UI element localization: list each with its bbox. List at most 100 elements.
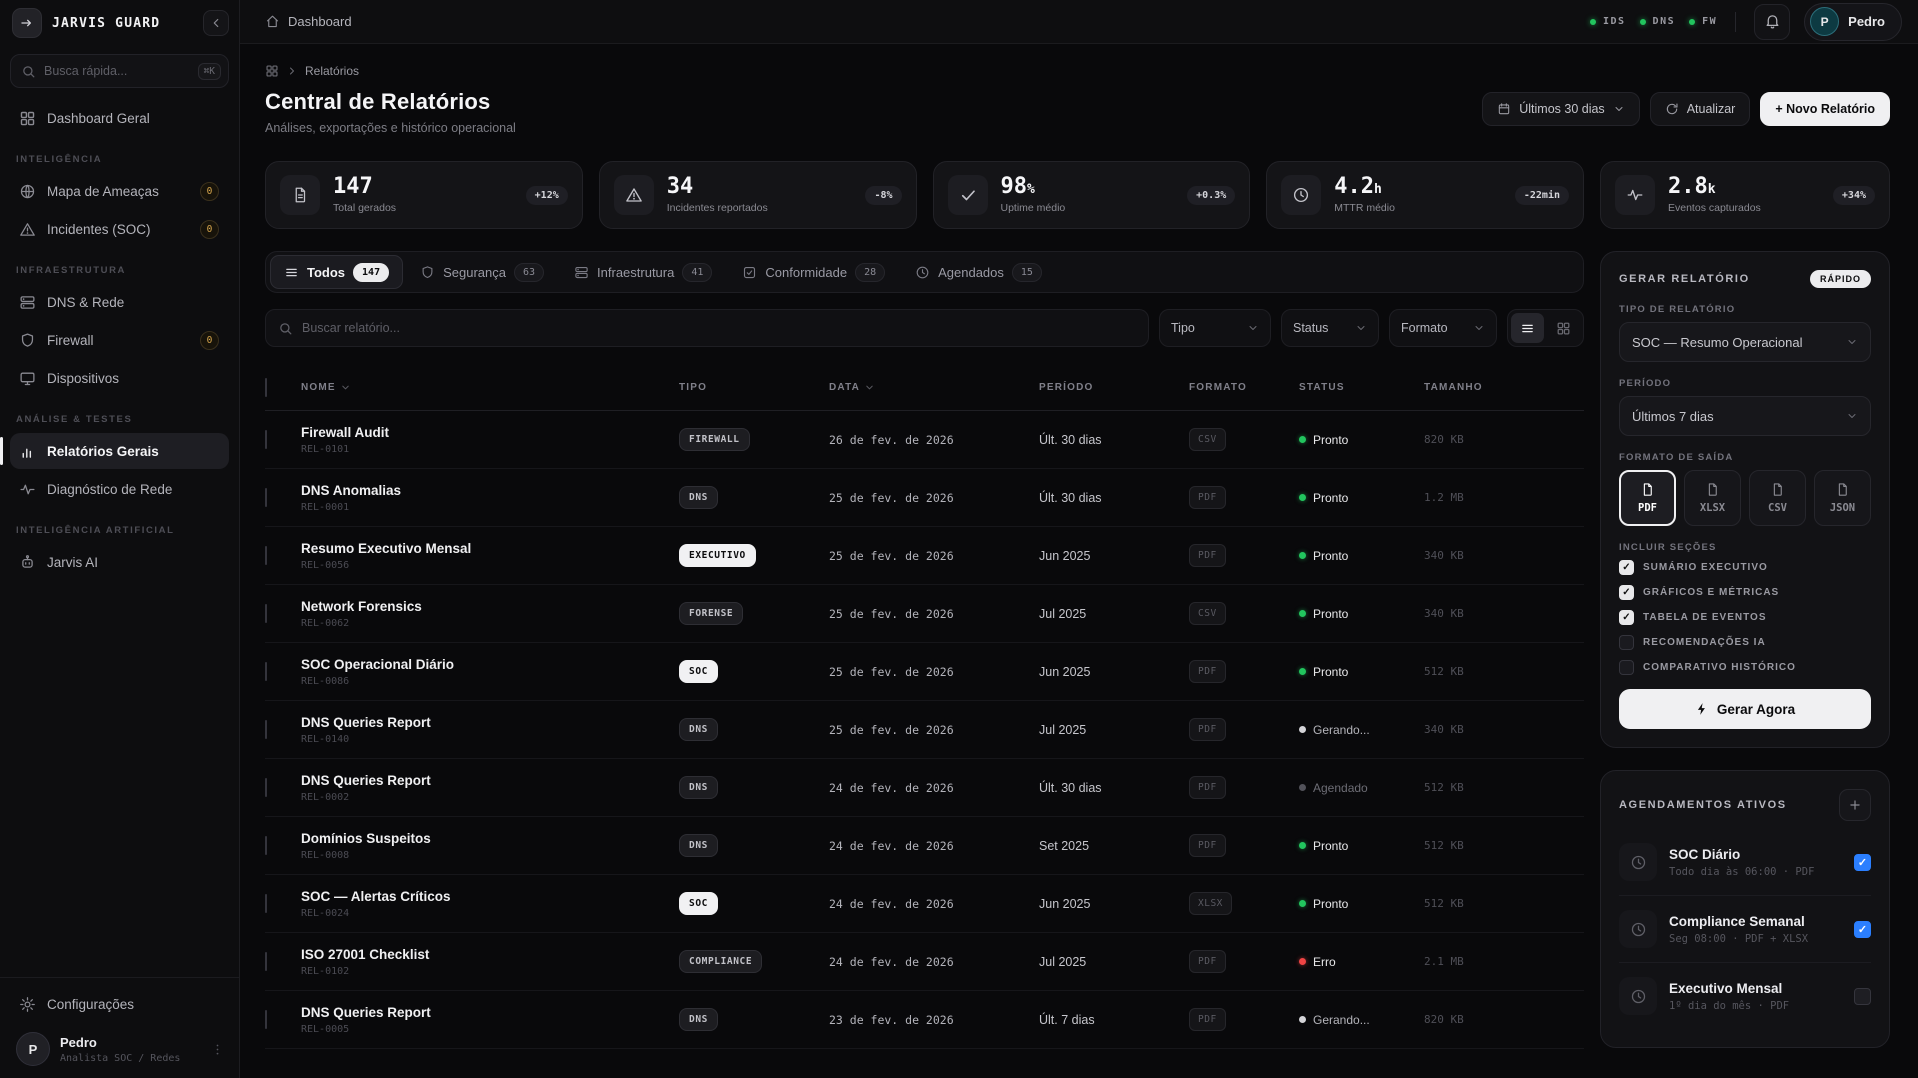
column-header-nome[interactable]: NOME <box>301 382 679 393</box>
sidebar-item-relatorios-gerais[interactable]: Relatórios Gerais <box>10 433 229 469</box>
column-header-formato[interactable]: FORMATO <box>1189 382 1299 393</box>
section-option[interactable]: COMPARATIVO HISTÓRICO <box>1619 660 1871 675</box>
schedule-toggle-checkbox[interactable] <box>1854 988 1871 1005</box>
grid-view-button[interactable] <box>1547 313 1580 343</box>
schedule-toggle-checkbox[interactable] <box>1854 854 1871 871</box>
generate-now-button[interactable]: Gerar Agora <box>1619 689 1871 729</box>
row-checkbox[interactable] <box>265 488 267 507</box>
table-row[interactable]: DNS Queries Report REL-0002 DNS 24 de fe… <box>265 759 1584 817</box>
table-row[interactable]: ISO 27001 Checklist REL-0102 COMPLIANCE … <box>265 933 1584 991</box>
sidebar-item-dns-rede[interactable]: DNS & Rede <box>10 284 229 320</box>
table-row[interactable]: DNS Queries Report REL-0005 DNS 23 de fe… <box>265 991 1584 1049</box>
table-row[interactable]: Firewall Audit REL-0101 FIREWALL 26 de f… <box>265 411 1584 469</box>
sidebar-search[interactable]: ⌘K <box>10 54 229 88</box>
column-header-tamanho[interactable]: TAMANHO <box>1424 382 1524 393</box>
report-id: REL-0005 <box>301 1024 679 1035</box>
section-option[interactable]: RECOMENDAÇÕES IA <box>1619 635 1871 650</box>
status-dot-icon <box>1299 842 1306 849</box>
stat-delta-badge: -8% <box>865 186 901 205</box>
sidebar-item-label: Relatórios Gerais <box>47 444 159 459</box>
report-period: Últ. 30 dias <box>1039 781 1189 795</box>
row-checkbox[interactable] <box>265 778 267 797</box>
type-badge: DNS <box>679 834 718 857</box>
sidebar-collapse-button[interactable] <box>203 10 229 36</box>
row-checkbox[interactable] <box>265 894 267 913</box>
more-options-icon[interactable] <box>210 1042 225 1057</box>
notifications-button[interactable] <box>1754 4 1790 40</box>
table-row[interactable]: Network Forensics REL-0062 FORENSE 25 de… <box>265 585 1584 643</box>
row-checkbox[interactable] <box>265 430 267 449</box>
tab-todos[interactable]: Todos 147 <box>270 255 403 289</box>
format-option-button[interactable]: PDF <box>1619 470 1676 526</box>
table-row[interactable]: SOC Operacional Diário REL-0086 SOC 25 d… <box>265 643 1584 701</box>
sidebar-search-input[interactable] <box>44 64 190 78</box>
sidebar-item-diagnostico-de-rede[interactable]: Diagnóstico de Rede <box>10 471 229 507</box>
column-header-tipo[interactable]: TIPO <box>679 382 829 393</box>
grid-icon <box>265 64 279 78</box>
select-all-checkbox[interactable] <box>265 378 267 397</box>
tipo-dropdown[interactable]: Tipo <box>1159 309 1271 347</box>
row-checkbox[interactable] <box>265 1010 267 1029</box>
refresh-button[interactable]: Atualizar <box>1650 92 1751 126</box>
generator-panel: GERAR RELATÓRIO RÁPIDO TIPO DE RELATÓRIO… <box>1600 251 1890 748</box>
sidebar-item-jarvis-ai[interactable]: Jarvis AI <box>10 544 229 580</box>
dropdown-label: Formato <box>1401 321 1448 335</box>
date-range-button[interactable]: Últimos 30 dias <box>1482 92 1639 126</box>
new-report-button[interactable]: + Novo Relatório <box>1760 92 1890 126</box>
tab-agendados[interactable]: Agendados 15 <box>902 255 1055 289</box>
row-checkbox[interactable] <box>265 836 267 855</box>
sidebar-item-mapa-de-ameacas[interactable]: Mapa de Ameaças 0 <box>10 173 229 209</box>
format-option-button[interactable]: JSON <box>1814 470 1871 526</box>
row-checkbox[interactable] <box>265 546 267 565</box>
sidebar-item-configuracoes[interactable]: Configurações <box>10 986 229 1022</box>
formato-dropdown[interactable]: Formato <box>1389 309 1497 347</box>
generator-title: GERAR RELATÓRIO <box>1619 273 1750 285</box>
period-select[interactable]: Últimos 7 dias <box>1619 396 1871 436</box>
report-type-select[interactable]: SOC — Resumo Operacional <box>1619 322 1871 362</box>
sidebar-item-incidentes-soc[interactable]: Incidentes (SOC) 0 <box>10 211 229 247</box>
table-row[interactable]: SOC — Alertas Críticos REL-0024 SOC 24 d… <box>265 875 1584 933</box>
stat-label: Total gerados <box>333 202 396 214</box>
format-option-button[interactable]: XLSX <box>1684 470 1741 526</box>
status-dropdown[interactable]: Status <box>1281 309 1379 347</box>
status-dot-icon <box>1299 1016 1306 1023</box>
row-checkbox[interactable] <box>265 604 267 623</box>
column-header-status[interactable]: STATUS <box>1299 382 1424 393</box>
section-checkbox[interactable] <box>1619 660 1634 675</box>
breadcrumb[interactable]: Relatórios <box>265 64 516 78</box>
table-row[interactable]: DNS Queries Report REL-0140 DNS 25 de fe… <box>265 701 1584 759</box>
table-row[interactable]: DNS Anomalias REL-0001 DNS 25 de fev. de… <box>265 469 1584 527</box>
section-checkbox[interactable] <box>1619 585 1634 600</box>
section-checkbox[interactable] <box>1619 635 1634 650</box>
section-option[interactable]: TABELA DE EVENTOS <box>1619 610 1871 625</box>
table-row[interactable]: Domínios Suspeitos REL-0008 DNS 24 de fe… <box>265 817 1584 875</box>
sidebar-item-firewall[interactable]: Firewall 0 <box>10 322 229 358</box>
user-menu-button[interactable]: P Pedro <box>1804 3 1902 41</box>
tab-seguranca[interactable]: Segurança 63 <box>407 255 557 289</box>
report-search-input[interactable] <box>302 321 1136 335</box>
report-period: Jul 2025 <box>1039 955 1189 969</box>
column-header-periodo[interactable]: PERÍODO <box>1039 382 1189 393</box>
report-date: 25 de fev. de 2026 <box>829 723 1039 737</box>
row-checkbox[interactable] <box>265 952 267 971</box>
sidebar-item-dashboard[interactable]: Dashboard Geral <box>10 100 229 136</box>
section-option[interactable]: SUMÁRIO EXECUTIVO <box>1619 560 1871 575</box>
section-checkbox[interactable] <box>1619 560 1634 575</box>
row-checkbox[interactable] <box>265 720 267 739</box>
tab-infraestrutura[interactable]: Infraestrutura 41 <box>561 255 725 289</box>
report-search[interactable] <box>265 309 1149 347</box>
type-badge: FIREWALL <box>679 428 750 451</box>
topbar-breadcrumb[interactable]: Dashboard <box>265 14 352 29</box>
sidebar-item-dispositivos[interactable]: Dispositivos <box>10 360 229 396</box>
format-option-button[interactable]: CSV <box>1749 470 1806 526</box>
add-schedule-button[interactable] <box>1839 789 1871 821</box>
schedule-toggle-checkbox[interactable] <box>1854 921 1871 938</box>
table-row[interactable]: Resumo Executivo Mensal REL-0056 EXECUTI… <box>265 527 1584 585</box>
section-option[interactable]: GRÁFICOS E MÉTRICAS <box>1619 585 1871 600</box>
column-header-data[interactable]: DATA <box>829 382 1039 393</box>
user-profile[interactable]: P Pedro Analista SOC / Redes <box>10 1024 229 1068</box>
section-checkbox[interactable] <box>1619 610 1634 625</box>
row-checkbox[interactable] <box>265 662 267 681</box>
tab-conformidade[interactable]: Conformidade 28 <box>729 255 898 289</box>
list-view-button[interactable] <box>1511 313 1544 343</box>
